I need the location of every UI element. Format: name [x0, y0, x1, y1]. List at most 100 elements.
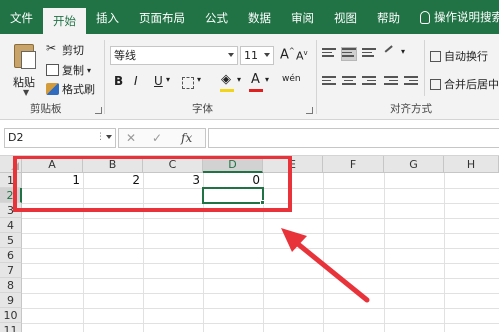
group-divider — [424, 40, 425, 96]
tab-insert[interactable]: 插入 — [86, 0, 129, 34]
tab-data[interactable]: 数据 — [238, 0, 281, 34]
enter-icon[interactable]: ✓ — [152, 131, 162, 145]
lightbulb-icon — [420, 10, 430, 24]
name-box-value: D2 — [8, 131, 24, 144]
copy-dropdown-icon[interactable]: ▾ — [87, 66, 91, 75]
wrap-text-icon — [430, 50, 441, 62]
row-header-7[interactable]: 7 — [0, 263, 22, 278]
row-header-8[interactable]: 8 — [0, 278, 22, 293]
tab-page-layout[interactable]: 页面布局 — [129, 0, 195, 34]
format-painter-button[interactable]: 格式刷 — [46, 81, 95, 97]
orientation-icon[interactable] — [384, 45, 398, 60]
tell-me-label: 操作说明搜索 — [434, 10, 499, 24]
align-bottom-icon[interactable] — [362, 48, 376, 60]
group-divider — [104, 40, 105, 114]
decrease-indent-icon[interactable] — [384, 76, 398, 88]
more-options-icon[interactable]: ⋮ — [96, 132, 105, 142]
gridline — [22, 248, 499, 249]
row-header-11[interactable]: 11 — [0, 323, 22, 332]
font-group-label: 字体 — [192, 103, 213, 115]
copy-icon — [46, 64, 59, 76]
cut-button[interactable]: 剪切 — [46, 41, 84, 58]
tab-view[interactable]: 视图 — [324, 0, 367, 34]
tab-home[interactable]: 开始 — [43, 8, 86, 34]
scissors-icon — [46, 41, 59, 56]
row-header-6[interactable]: 6 — [0, 248, 22, 263]
ribbon-tab-bar: 文件 开始 插入 页面布局 公式 数据 审阅 视图 帮助 操作说明搜索 — [0, 0, 499, 34]
merge-center-button[interactable]: 合并后居中 — [430, 76, 499, 92]
group-divider — [316, 40, 317, 114]
font-size-select[interactable]: 11 — [240, 46, 274, 65]
align-middle-icon[interactable] — [341, 47, 357, 61]
bold-button[interactable]: B — [114, 74, 123, 88]
row-header-9[interactable]: 9 — [0, 293, 22, 308]
font-color-button[interactable]: A — [251, 72, 260, 87]
paint-bucket-icon: ◈ — [221, 72, 231, 87]
copy-button[interactable]: 复制 ▾ — [46, 62, 91, 78]
wrap-text-button[interactable]: 自动换行 — [430, 48, 488, 64]
row-header-5[interactable]: 5 — [0, 233, 22, 248]
decrease-font-size-button[interactable]: Av — [296, 49, 308, 63]
gridline — [22, 308, 499, 309]
row-header-10[interactable]: 10 — [0, 308, 22, 323]
borders-dropdown-icon[interactable]: ▾ — [197, 75, 201, 84]
gridline — [22, 293, 499, 294]
merge-center-label: 合并后居中 — [444, 78, 499, 91]
cut-label: 剪切 — [62, 44, 84, 57]
tab-file[interactable]: 文件 — [0, 0, 43, 34]
align-top-icon[interactable] — [322, 48, 336, 60]
align-center-icon[interactable] — [342, 76, 356, 88]
italic-button[interactable]: I — [134, 74, 138, 88]
clipboard-group-label: 剪贴板 — [30, 103, 62, 115]
borders-icon[interactable] — [182, 77, 194, 89]
chevron-down-icon — [106, 135, 112, 139]
chevron-down-icon — [228, 53, 234, 57]
wrap-text-label: 自动换行 — [444, 50, 488, 63]
paste-button[interactable]: 粘贴 ▼ — [10, 42, 40, 97]
font-launcher-icon[interactable] — [306, 107, 313, 114]
merge-center-icon — [430, 78, 441, 90]
paste-sheet-icon — [21, 51, 36, 69]
tab-help[interactable]: 帮助 — [367, 0, 410, 34]
tab-formulas[interactable]: 公式 — [195, 0, 238, 34]
underline-dropdown-icon[interactable]: ▾ — [166, 75, 170, 84]
insert-function-icon[interactable]: fx — [181, 131, 192, 145]
fill-color-swatch — [220, 89, 234, 92]
alignment-group-label: 对齐方式 — [390, 103, 432, 115]
grow-font-icon: A — [280, 47, 289, 63]
orientation-dropdown-icon[interactable]: ▾ — [401, 47, 405, 56]
cancel-icon[interactable]: ✕ — [126, 131, 136, 145]
row-header-4[interactable]: 4 — [0, 218, 22, 233]
gridline — [22, 218, 499, 219]
increase-indent-icon[interactable] — [404, 76, 418, 88]
ribbon-home: 粘贴 ▼ 剪切 复制 ▾ 格式刷 剪贴板 等线 11 A^ Av B I U ▾… — [0, 34, 499, 120]
fill-color-dropdown-icon[interactable]: ▾ — [237, 75, 241, 84]
annotation-highlight-box — [13, 156, 292, 212]
column-header-h[interactable]: H — [444, 156, 499, 173]
format-painter-label: 格式刷 — [62, 83, 95, 96]
fill-color-button[interactable]: ◈ — [221, 72, 231, 87]
gridline — [22, 233, 499, 234]
font-color-dropdown-icon[interactable]: ▾ — [265, 75, 269, 84]
chevron-down-icon — [264, 53, 270, 57]
clipboard-launcher-icon[interactable] — [95, 107, 102, 114]
gridline — [22, 323, 499, 324]
formula-input[interactable] — [208, 128, 499, 148]
format-painter-icon — [46, 83, 59, 95]
column-header-f[interactable]: F — [323, 156, 384, 173]
copy-label: 复制 — [62, 64, 84, 77]
gridline — [22, 263, 499, 264]
paste-dropdown-icon[interactable]: ▼ — [23, 88, 29, 97]
tell-me-search[interactable]: 操作说明搜索 — [410, 0, 499, 34]
align-right-icon[interactable] — [362, 76, 376, 88]
shrink-font-icon: A — [296, 49, 304, 63]
phonetic-guide-button[interactable]: wén — [282, 74, 301, 84]
align-left-icon[interactable] — [322, 76, 336, 88]
tab-review[interactable]: 审阅 — [281, 0, 324, 34]
font-color-swatch — [249, 89, 263, 92]
font-name-select[interactable]: 等线 — [110, 46, 238, 65]
formula-buttons: ✕ ✓ fx — [118, 128, 206, 148]
increase-font-size-button[interactable]: A^ — [280, 47, 295, 62]
underline-button[interactable]: U — [154, 74, 163, 88]
column-header-g[interactable]: G — [384, 156, 444, 173]
